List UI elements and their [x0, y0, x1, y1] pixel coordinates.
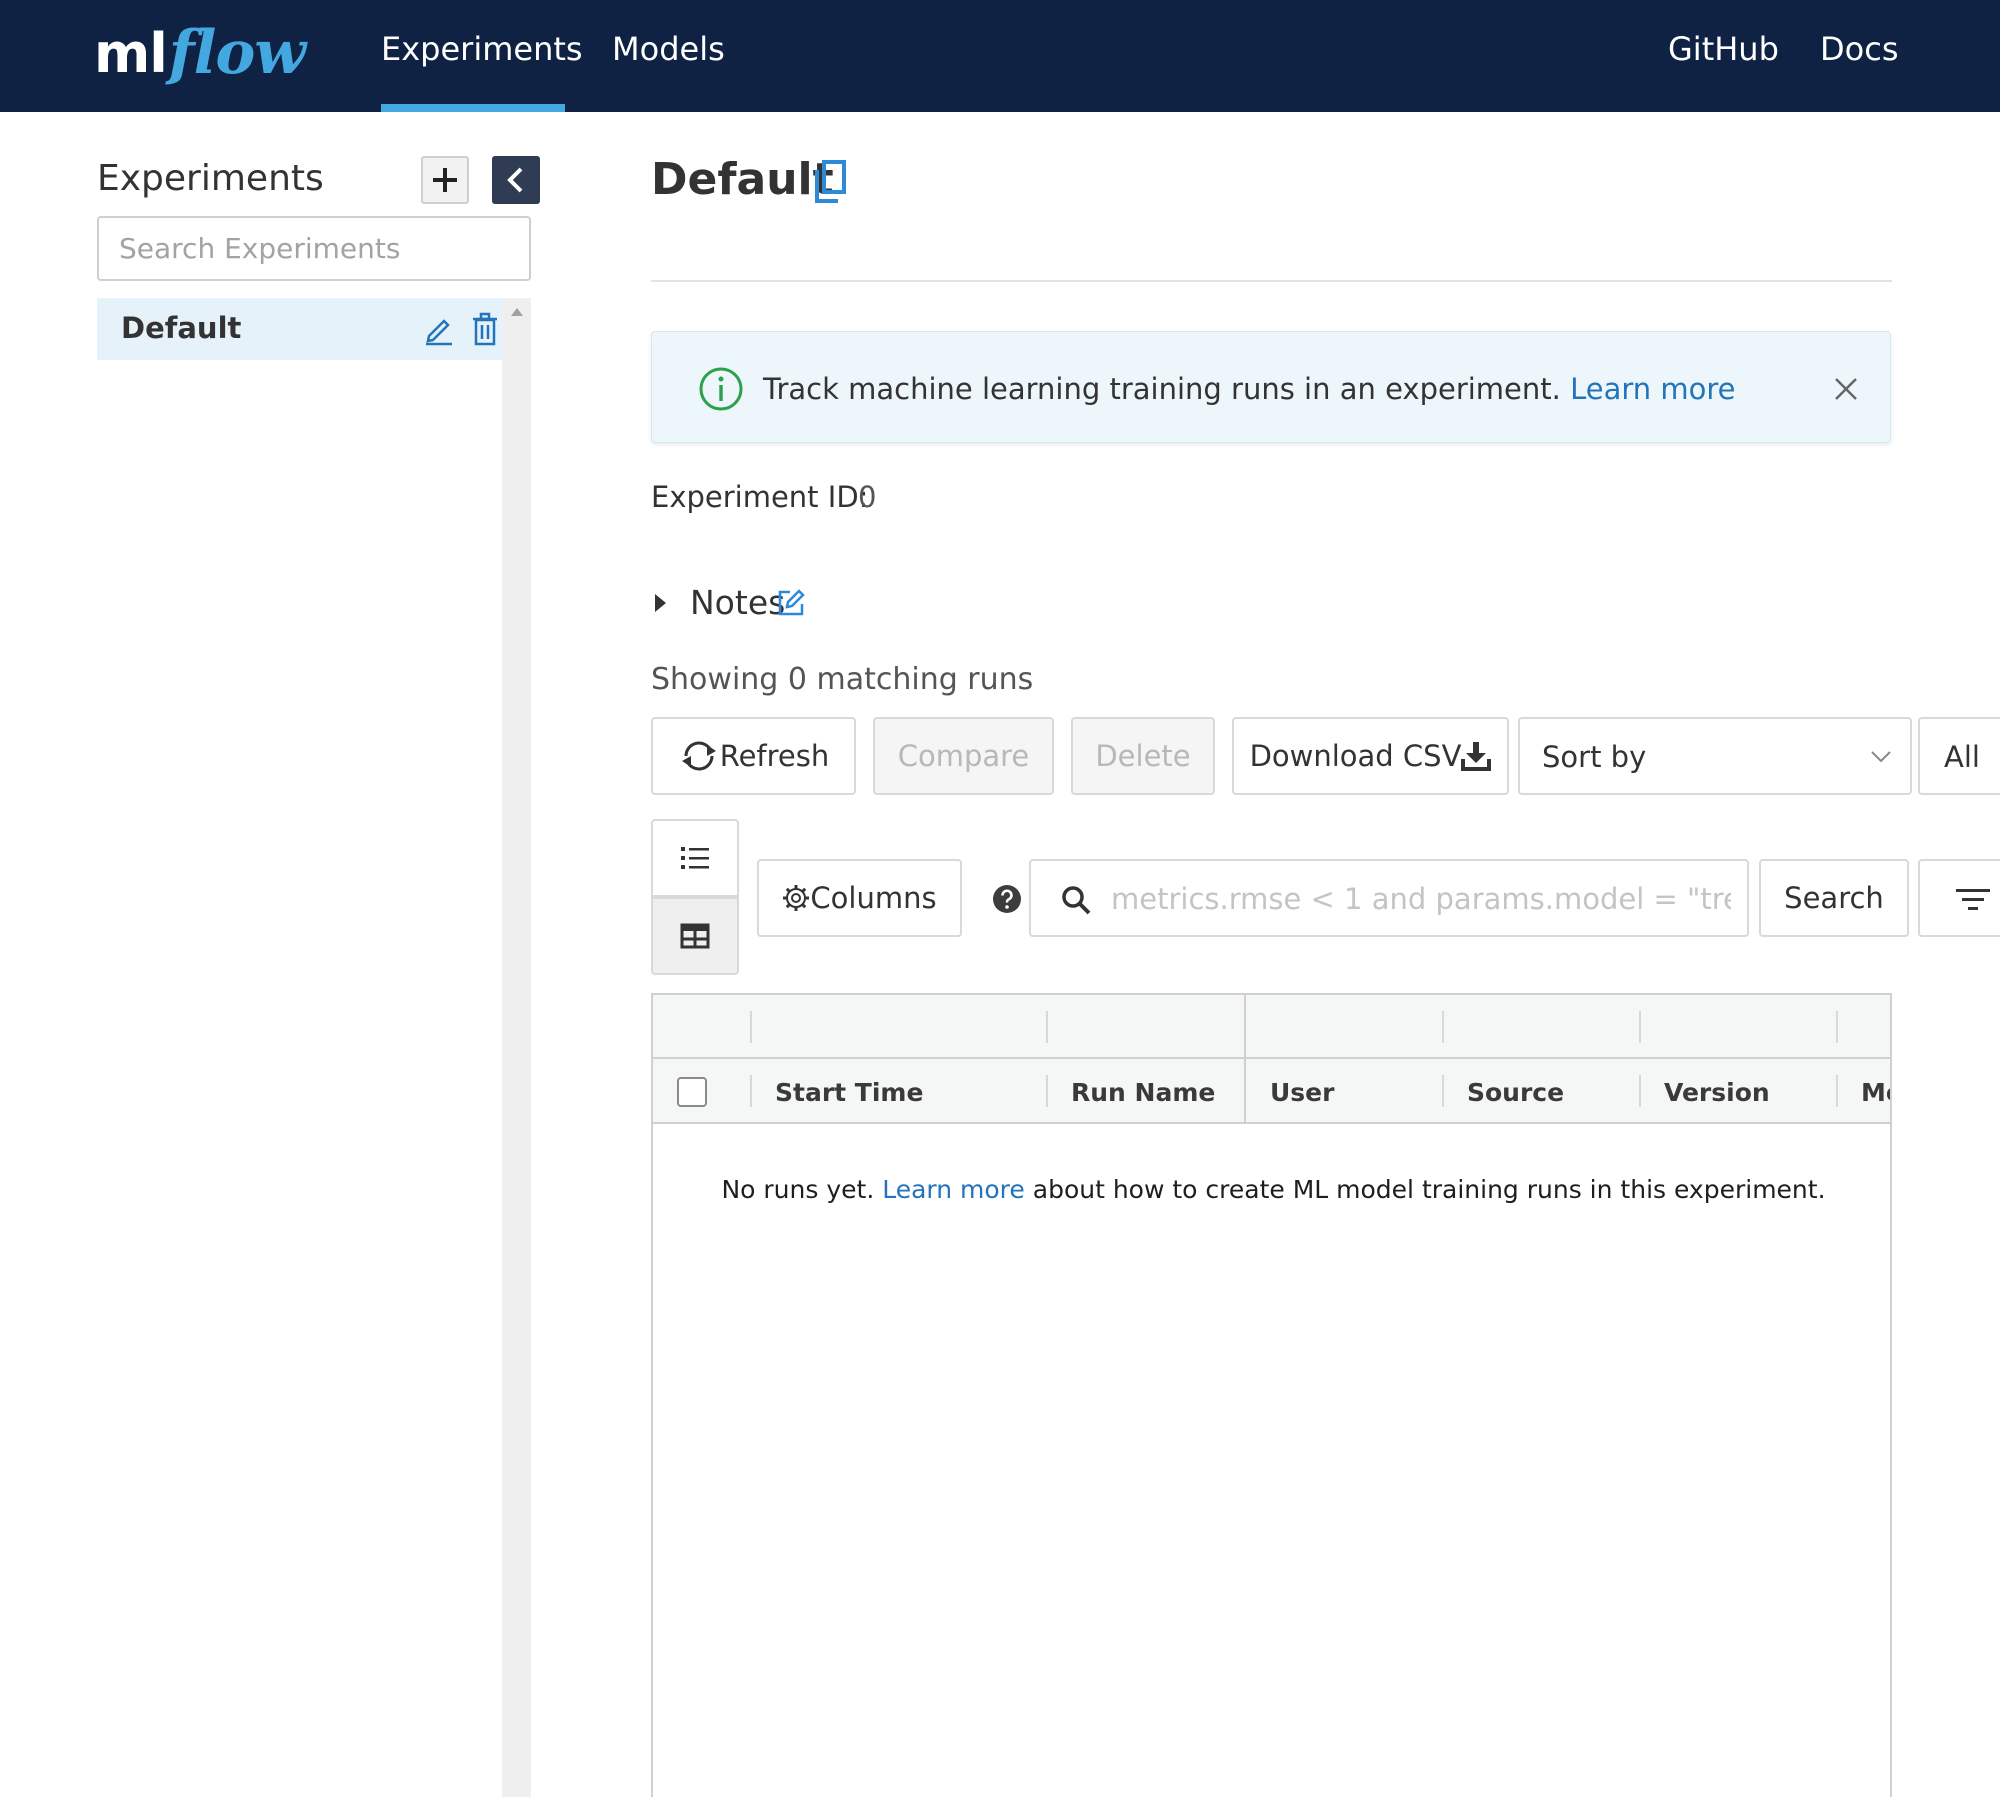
logo-ml-text: ml	[94, 21, 168, 85]
runs-table: Start Time Run Name User Source Version …	[651, 993, 1892, 1797]
experiment-item-label: Default	[121, 311, 242, 345]
table-view-button[interactable]	[651, 897, 739, 975]
notes-label[interactable]: Notes	[690, 583, 785, 622]
empty-text-before: No runs yet.	[721, 1175, 875, 1204]
column-divider	[1442, 1075, 1444, 1107]
header-run-name[interactable]: Run Name	[1071, 1078, 1215, 1107]
nav-github[interactable]: GitHub	[1668, 30, 1779, 68]
list-view-button[interactable]	[651, 819, 739, 897]
column-divider	[750, 1075, 752, 1107]
search-button-label: Search	[1784, 881, 1884, 915]
column-divider	[1046, 1075, 1048, 1107]
nav-docs[interactable]: Docs	[1820, 30, 1898, 68]
search-icon	[1062, 886, 1091, 915]
nav-experiments[interactable]: Experiments	[381, 30, 583, 68]
page-title: Default	[651, 154, 834, 205]
empty-text-after: about how to create ML model training ru…	[1032, 1175, 1826, 1204]
question-circle-icon[interactable]	[992, 884, 1022, 914]
search-experiments-input[interactable]	[97, 216, 531, 281]
column-divider	[1046, 1011, 1048, 1043]
sort-by-select[interactable]: Sort by	[1518, 717, 1912, 795]
add-experiment-button[interactable]	[421, 156, 469, 204]
delete-label: Delete	[1095, 739, 1191, 773]
refresh-label: Refresh	[719, 739, 830, 773]
columns-label: Columns	[810, 881, 937, 915]
download-csv-label: Download CSV	[1249, 739, 1462, 773]
top-navbar: ml flow Experiments Models GitHub Docs	[0, 0, 2000, 112]
columns-button[interactable]: Columns	[757, 859, 962, 937]
column-divider	[1836, 1011, 1838, 1043]
experiment-id-label: Experiment ID:	[651, 480, 869, 514]
column-group-header-row	[653, 995, 1890, 1059]
column-divider	[1442, 1011, 1444, 1043]
header-models[interactable]: Mo	[1861, 1078, 1890, 1107]
delete-button[interactable]: Delete	[1071, 717, 1215, 795]
column-divider	[1639, 1075, 1641, 1107]
sort-by-label: Sort by	[1542, 740, 1647, 774]
experiment-item-default[interactable]: Default	[97, 298, 502, 360]
trash-icon[interactable]	[471, 312, 499, 346]
compare-label: Compare	[897, 739, 1030, 773]
search-button[interactable]: Search	[1759, 859, 1909, 937]
scroll-up-arrow-icon[interactable]	[511, 308, 523, 316]
table-view-icon	[680, 923, 710, 949]
run-search-box[interactable]	[1029, 859, 1749, 937]
lifecycle-filter-select[interactable]: All	[1918, 717, 2000, 795]
copy-icon[interactable]	[812, 160, 848, 204]
header-user[interactable]: User	[1270, 1078, 1334, 1107]
experiment-list: Default	[97, 298, 531, 1797]
banner-text: Track machine learning training runs in …	[763, 372, 1735, 406]
run-search-input[interactable]	[1111, 871, 1731, 927]
list-view-icon	[681, 847, 709, 869]
nav-active-indicator	[381, 104, 565, 112]
download-icon	[1461, 742, 1492, 771]
empty-learn-more-link[interactable]: Learn more	[882, 1175, 1025, 1204]
close-icon[interactable]	[1833, 376, 1859, 402]
filter-button[interactable]	[1918, 859, 2000, 937]
banner-message: Track machine learning training runs in …	[763, 372, 1561, 406]
compare-button[interactable]: Compare	[873, 717, 1054, 795]
pencil-icon[interactable]	[423, 312, 455, 346]
column-divider	[1639, 1011, 1641, 1043]
header-source[interactable]: Source	[1467, 1078, 1564, 1107]
sidebar-title: Experiments	[97, 158, 324, 199]
mlflow-logo[interactable]: ml flow	[94, 8, 306, 98]
header-start-time[interactable]: Start Time	[775, 1078, 923, 1107]
title-divider	[651, 280, 1892, 282]
info-circle-icon	[699, 367, 743, 411]
edit-icon[interactable]	[777, 589, 805, 617]
download-csv-button[interactable]: Download CSV	[1232, 717, 1509, 795]
header-version[interactable]: Version	[1664, 1078, 1770, 1107]
filter-icon	[1956, 889, 1990, 910]
plus-icon	[433, 168, 457, 192]
column-divider	[1836, 1075, 1838, 1107]
refresh-button[interactable]: Refresh	[651, 717, 856, 795]
column-divider	[750, 1011, 752, 1043]
matching-runs-count: Showing 0 matching runs	[651, 662, 1034, 697]
logo-flow-text: flow	[168, 18, 306, 88]
select-all-checkbox[interactable]	[677, 1077, 707, 1107]
notes-expand-caret-icon[interactable]	[655, 594, 666, 612]
pinned-columns-divider	[1244, 995, 1246, 1124]
sidebar-scrollbar[interactable]	[502, 298, 531, 1797]
nav-models[interactable]: Models	[612, 30, 725, 68]
refresh-icon	[681, 741, 716, 771]
collapse-sidebar-button[interactable]	[492, 156, 540, 204]
experiment-id-value: 0	[858, 480, 877, 514]
gear-icon	[783, 885, 810, 911]
lifecycle-filter-label: All	[1944, 740, 1980, 774]
banner-learn-more-link[interactable]: Learn more	[1570, 372, 1735, 406]
chevron-left-icon	[507, 167, 523, 193]
info-banner: Track machine learning training runs in …	[651, 331, 1891, 443]
chevron-down-icon	[1871, 751, 1891, 763]
empty-runs-message: No runs yet. Learn more about how to cre…	[653, 1175, 1890, 1205]
